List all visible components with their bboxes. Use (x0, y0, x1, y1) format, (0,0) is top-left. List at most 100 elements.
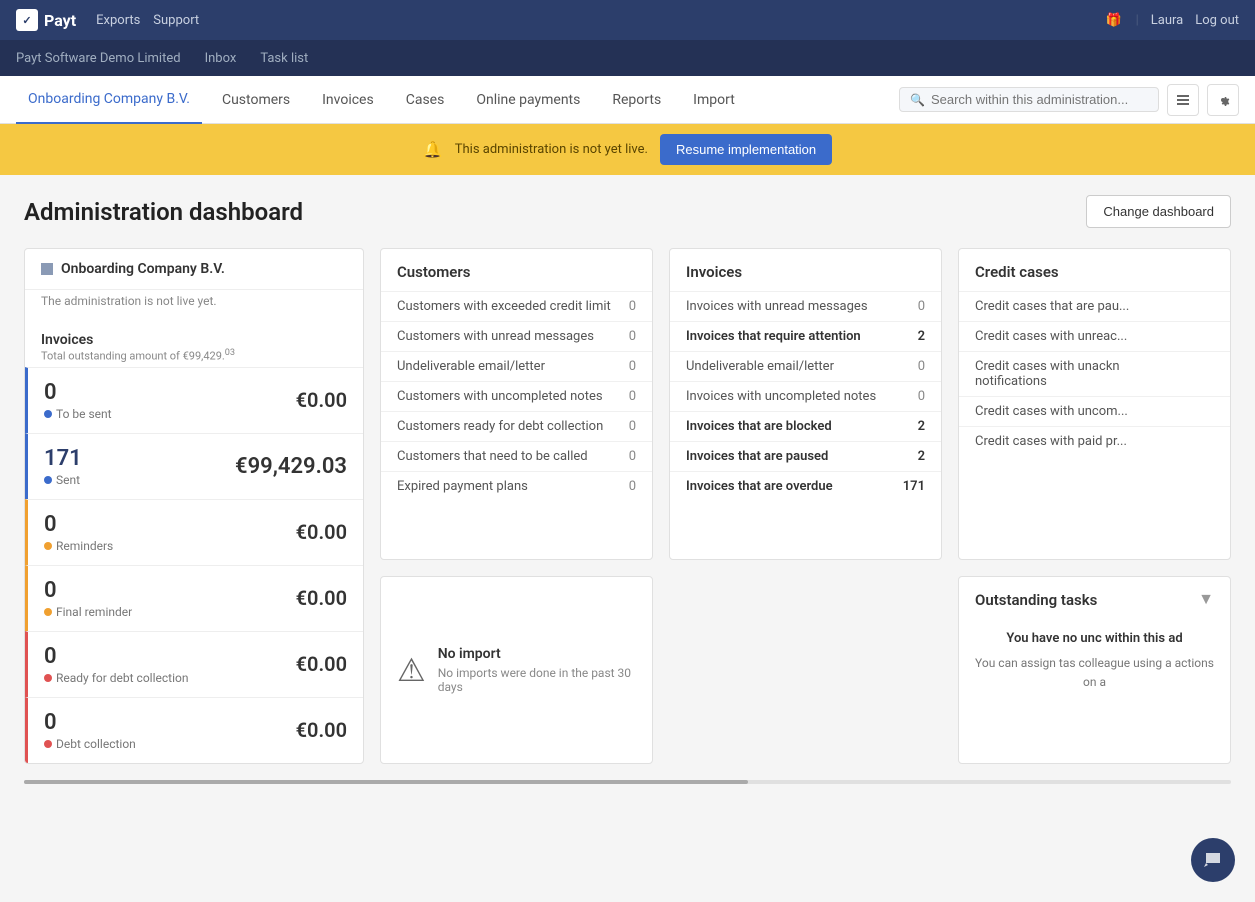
scrollbar[interactable] (24, 780, 1231, 784)
change-dashboard-button[interactable]: Change dashboard (1086, 195, 1231, 228)
user-name[interactable]: Laura (1151, 13, 1183, 28)
cust-value-3: 0 (629, 389, 636, 404)
invoices-card-rows: Invoices with unread messages 0 Invoices… (670, 291, 941, 501)
cust-row-3[interactable]: Customers with uncompleted notes 0 (381, 381, 652, 411)
outstanding-tasks-card: Outstanding tasks ▼ You have no unc with… (958, 576, 1231, 764)
bell-icon: 🔔 (423, 140, 443, 159)
ready-debt-amount: €0.00 (296, 652, 347, 676)
nav-left: Onboarding Company B.V. Customers Invoic… (16, 76, 747, 124)
ready-debt-count: 0 (44, 644, 188, 669)
inv-value-5: 2 (918, 449, 925, 464)
dot-red-debt (44, 740, 52, 748)
page-title: Administration dashboard (24, 198, 303, 226)
cc-label-2: Credit cases with unacknnotifications (975, 359, 1120, 389)
top-bar: ✓ Payt Exports Support 🎁 | Laura Log out (0, 0, 1255, 40)
inv-row-6[interactable]: Invoices that are overdue 171 (670, 471, 941, 501)
cc-row-0[interactable]: Credit cases that are pau... (959, 291, 1230, 321)
sent-label: Sent (44, 473, 82, 487)
inv-row-2[interactable]: Undeliverable email/letter 0 (670, 351, 941, 381)
main-content: Administration dashboard Change dashboar… (0, 175, 1255, 804)
invoice-row-debt-collection: 0 Debt collection €0.00 (25, 697, 363, 763)
brand: ✓ Payt (16, 9, 76, 31)
cc-row-3[interactable]: Credit cases with uncom... (959, 396, 1230, 426)
inv-label-2: Undeliverable email/letter (686, 359, 834, 374)
to-be-sent-amount: €0.00 (296, 388, 347, 412)
exports-link[interactable]: Exports (96, 13, 140, 28)
final-reminder-count: 0 (44, 578, 132, 603)
support-link[interactable]: Support (153, 13, 199, 28)
invoices-header: Invoices Total outstanding amount of €99… (25, 320, 363, 367)
search-icon: 🔍 (910, 93, 925, 107)
nav-bar: Onboarding Company B.V. Customers Invoic… (0, 76, 1255, 124)
import-warning: ⚠ No import No imports were done in the … (397, 646, 636, 694)
nav-reports[interactable]: Reports (600, 76, 673, 124)
cc-label-1: Credit cases with unreac... (975, 329, 1127, 344)
final-reminder-amount: €0.00 (296, 586, 347, 610)
task-list-link[interactable]: Task list (260, 51, 308, 66)
cust-label-1: Customers with unread messages (397, 329, 594, 344)
cust-row-1[interactable]: Customers with unread messages 0 (381, 321, 652, 351)
dot-red (44, 674, 52, 682)
invoice-rows: 0 To be sent €0.00 171 (25, 367, 363, 763)
chevron-down-btn[interactable]: ▼ (1198, 591, 1214, 609)
live-banner: 🔔 This administration is not yet live. R… (0, 124, 1255, 175)
cust-row-0[interactable]: Customers with exceeded credit limit 0 (381, 291, 652, 321)
inv-label-4: Invoices that are blocked (686, 419, 832, 434)
list-view-btn[interactable] (1167, 84, 1199, 116)
resume-implementation-button[interactable]: Resume implementation (660, 134, 832, 165)
nav-invoices[interactable]: Invoices (310, 76, 386, 124)
cust-label-6: Expired payment plans (397, 479, 528, 494)
cust-row-5[interactable]: Customers that need to be called 0 (381, 441, 652, 471)
inbox-link[interactable]: Inbox (205, 51, 237, 66)
cust-row-4[interactable]: Customers ready for debt collection 0 (381, 411, 652, 441)
scrollbar-thumb (24, 780, 748, 784)
inv-row-1[interactable]: Invoices that require attention 2 (670, 321, 941, 351)
logout-link[interactable]: Log out (1195, 13, 1239, 28)
import-title: No import (438, 646, 636, 662)
inv-row-3[interactable]: Invoices with uncompleted notes 0 (670, 381, 941, 411)
reminders-count: 0 (44, 512, 113, 537)
inv-row-4[interactable]: Invoices that are blocked 2 (670, 411, 941, 441)
inv-label-3: Invoices with uncompleted notes (686, 389, 876, 404)
inv-value-3: 0 (918, 389, 925, 404)
invoice-row-final-reminder: 0 Final reminder €0.00 (25, 565, 363, 631)
cc-row-4[interactable]: Credit cases with paid pr... (959, 426, 1230, 456)
cust-value-4: 0 (629, 419, 636, 434)
cc-row-1[interactable]: Credit cases with unreac... (959, 321, 1230, 351)
inv-label-6: Invoices that are overdue (686, 479, 833, 494)
chat-bubble-button[interactable] (1191, 838, 1235, 882)
customers-card-rows: Customers with exceeded credit limit 0 C… (381, 291, 652, 501)
company-icon (41, 263, 53, 275)
import-card: ⚠ No import No imports were done in the … (380, 576, 653, 764)
sent-count: 171 (44, 446, 82, 471)
inv-row-0[interactable]: Invoices with unread messages 0 (670, 291, 941, 321)
nav-online-payments[interactable]: Online payments (464, 76, 592, 124)
top-bar-right: 🎁 | Laura Log out (1104, 10, 1239, 30)
inv-value-4: 2 (918, 419, 925, 434)
search-input[interactable] (931, 92, 1148, 107)
inv-value-6: 171 (903, 479, 925, 494)
cust-row-2[interactable]: Undeliverable email/letter 0 (381, 351, 652, 381)
customers-card-title: Customers (381, 249, 652, 291)
inv-row-5[interactable]: Invoices that are paused 2 (670, 441, 941, 471)
cust-row-6[interactable]: Expired payment plans 0 (381, 471, 652, 501)
sub-bar: Payt Software Demo Limited Inbox Task li… (0, 40, 1255, 76)
company-invoices-card: Onboarding Company B.V. The administrati… (24, 248, 364, 764)
inv-value-1: 2 (918, 329, 925, 344)
nav-customers[interactable]: Customers (210, 76, 302, 124)
to-be-sent-label: To be sent (44, 407, 112, 421)
nav-onboarding[interactable]: Onboarding Company B.V. (16, 76, 202, 124)
to-be-sent-count: 0 (44, 380, 112, 405)
cc-label-0: Credit cases that are pau... (975, 299, 1129, 314)
cc-row-2[interactable]: Credit cases with unacknnotifications (959, 351, 1230, 396)
nav-import[interactable]: Import (681, 76, 747, 124)
nav-cases[interactable]: Cases (394, 76, 457, 124)
reminders-amount: €0.00 (296, 520, 347, 544)
company-link[interactable]: Payt Software Demo Limited (16, 51, 181, 66)
top-nav-links: Exports Support (96, 13, 199, 28)
cust-label-4: Customers ready for debt collection (397, 419, 603, 434)
dot-blue-sent (44, 476, 52, 484)
cc-label-4: Credit cases with paid pr... (975, 434, 1127, 449)
settings-btn[interactable] (1207, 84, 1239, 116)
tasks-content: You have no unc within this ad You can a… (959, 619, 1230, 704)
